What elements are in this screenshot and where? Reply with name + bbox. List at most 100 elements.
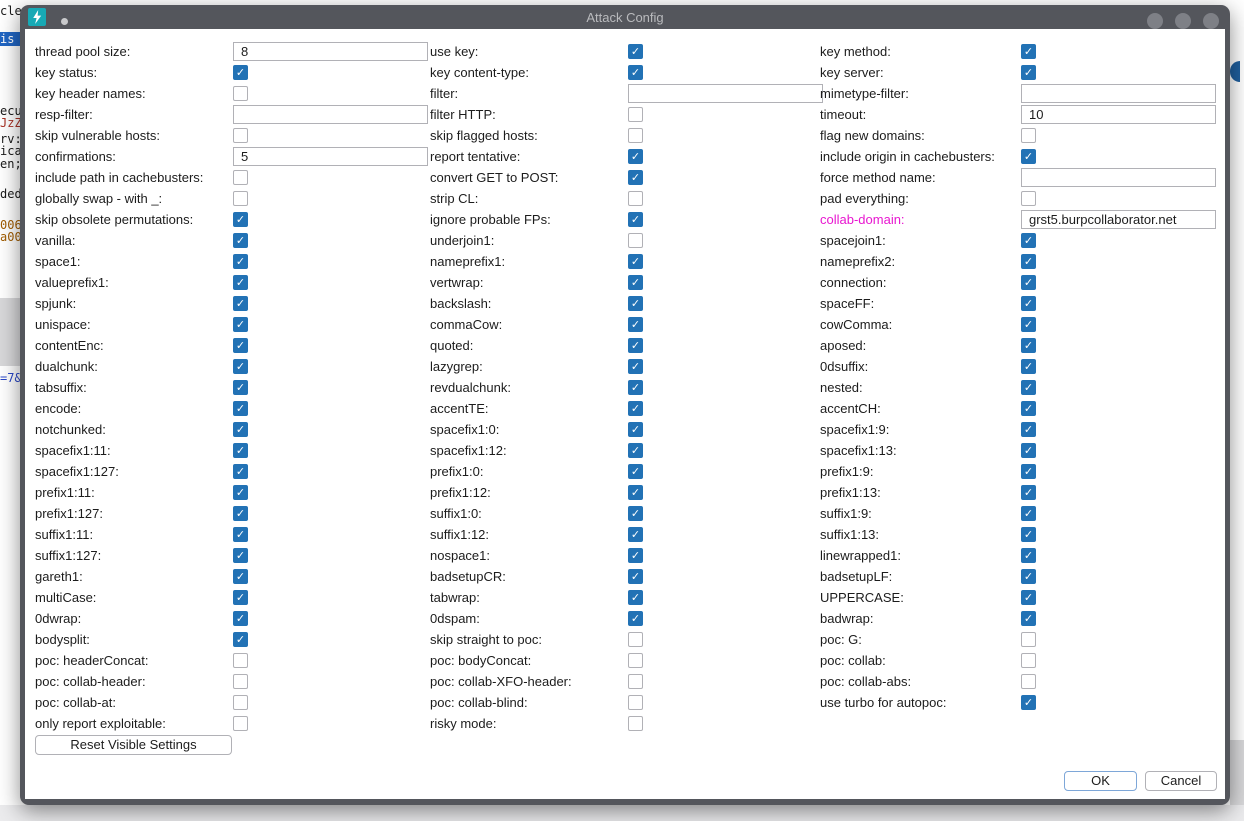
setting-input[interactable] xyxy=(1021,168,1216,187)
setting-checkbox[interactable] xyxy=(233,674,248,689)
setting-checkbox[interactable]: ✓ xyxy=(1021,569,1036,584)
setting-checkbox[interactable] xyxy=(628,653,643,668)
setting-checkbox[interactable]: ✓ xyxy=(628,611,643,626)
setting-checkbox[interactable] xyxy=(1021,653,1036,668)
setting-checkbox[interactable] xyxy=(233,128,248,143)
setting-checkbox[interactable] xyxy=(628,632,643,647)
setting-checkbox[interactable]: ✓ xyxy=(1021,149,1036,164)
setting-checkbox[interactable]: ✓ xyxy=(628,506,643,521)
setting-checkbox[interactable] xyxy=(233,86,248,101)
setting-checkbox[interactable] xyxy=(628,674,643,689)
setting-checkbox[interactable] xyxy=(628,107,643,122)
close-button[interactable] xyxy=(1203,13,1219,29)
setting-checkbox[interactable]: ✓ xyxy=(628,401,643,416)
setting-checkbox[interactable]: ✓ xyxy=(233,569,248,584)
setting-checkbox[interactable] xyxy=(1021,632,1036,647)
setting-checkbox[interactable] xyxy=(1021,128,1036,143)
setting-checkbox[interactable]: ✓ xyxy=(233,275,248,290)
setting-checkbox[interactable]: ✓ xyxy=(628,443,643,458)
setting-checkbox[interactable]: ✓ xyxy=(1021,44,1036,59)
setting-checkbox[interactable]: ✓ xyxy=(233,485,248,500)
setting-checkbox[interactable]: ✓ xyxy=(233,212,248,227)
setting-input[interactable] xyxy=(233,42,428,61)
setting-checkbox[interactable]: ✓ xyxy=(628,422,643,437)
setting-input[interactable] xyxy=(1021,210,1216,229)
setting-checkbox[interactable]: ✓ xyxy=(233,506,248,521)
setting-checkbox[interactable]: ✓ xyxy=(628,317,643,332)
setting-checkbox[interactable]: ✓ xyxy=(1021,338,1036,353)
setting-checkbox[interactable]: ✓ xyxy=(233,233,248,248)
setting-checkbox[interactable]: ✓ xyxy=(233,338,248,353)
setting-checkbox[interactable] xyxy=(233,170,248,185)
setting-checkbox[interactable]: ✓ xyxy=(233,632,248,647)
setting-checkbox[interactable]: ✓ xyxy=(628,296,643,311)
setting-checkbox[interactable] xyxy=(233,695,248,710)
setting-checkbox[interactable]: ✓ xyxy=(1021,611,1036,626)
setting-checkbox[interactable]: ✓ xyxy=(628,149,643,164)
setting-input[interactable] xyxy=(1021,84,1216,103)
setting-checkbox[interactable]: ✓ xyxy=(233,443,248,458)
setting-checkbox[interactable]: ✓ xyxy=(1021,317,1036,332)
setting-checkbox[interactable]: ✓ xyxy=(1021,296,1036,311)
setting-checkbox[interactable] xyxy=(628,233,643,248)
cancel-button[interactable]: Cancel xyxy=(1145,771,1217,791)
setting-checkbox[interactable] xyxy=(628,128,643,143)
setting-checkbox[interactable]: ✓ xyxy=(628,380,643,395)
setting-checkbox[interactable] xyxy=(233,191,248,206)
setting-checkbox[interactable]: ✓ xyxy=(628,359,643,374)
setting-checkbox[interactable] xyxy=(1021,191,1036,206)
setting-checkbox[interactable]: ✓ xyxy=(628,275,643,290)
setting-checkbox[interactable]: ✓ xyxy=(1021,380,1036,395)
setting-checkbox[interactable]: ✓ xyxy=(1021,695,1036,710)
setting-checkbox[interactable]: ✓ xyxy=(1021,443,1036,458)
setting-checkbox[interactable]: ✓ xyxy=(628,65,643,80)
setting-checkbox[interactable]: ✓ xyxy=(233,254,248,269)
setting-input[interactable] xyxy=(1021,105,1216,124)
setting-checkbox[interactable]: ✓ xyxy=(1021,65,1036,80)
setting-checkbox[interactable]: ✓ xyxy=(628,464,643,479)
setting-checkbox[interactable]: ✓ xyxy=(233,590,248,605)
setting-checkbox[interactable]: ✓ xyxy=(233,359,248,374)
setting-checkbox[interactable]: ✓ xyxy=(233,422,248,437)
setting-checkbox[interactable]: ✓ xyxy=(233,317,248,332)
setting-checkbox[interactable] xyxy=(233,653,248,668)
setting-checkbox[interactable]: ✓ xyxy=(233,65,248,80)
maximize-button[interactable] xyxy=(1175,13,1191,29)
setting-checkbox[interactable]: ✓ xyxy=(1021,464,1036,479)
setting-checkbox[interactable]: ✓ xyxy=(1021,506,1036,521)
setting-checkbox[interactable]: ✓ xyxy=(1021,401,1036,416)
setting-checkbox[interactable]: ✓ xyxy=(1021,254,1036,269)
setting-checkbox[interactable]: ✓ xyxy=(1021,275,1036,290)
setting-checkbox[interactable]: ✓ xyxy=(1021,422,1036,437)
setting-input[interactable] xyxy=(233,147,428,166)
setting-checkbox[interactable]: ✓ xyxy=(1021,233,1036,248)
setting-checkbox[interactable]: ✓ xyxy=(233,401,248,416)
setting-checkbox[interactable]: ✓ xyxy=(233,611,248,626)
setting-checkbox[interactable]: ✓ xyxy=(628,527,643,542)
setting-checkbox[interactable]: ✓ xyxy=(628,548,643,563)
reset-visible-settings-button[interactable]: Reset Visible Settings xyxy=(35,735,232,755)
setting-checkbox[interactable]: ✓ xyxy=(628,338,643,353)
setting-checkbox[interactable]: ✓ xyxy=(1021,590,1036,605)
setting-input[interactable] xyxy=(233,105,428,124)
setting-checkbox[interactable] xyxy=(628,695,643,710)
setting-checkbox[interactable]: ✓ xyxy=(1021,359,1036,374)
setting-checkbox[interactable] xyxy=(628,191,643,206)
setting-checkbox[interactable]: ✓ xyxy=(628,485,643,500)
titlebar[interactable]: Attack Config xyxy=(20,5,1230,29)
setting-checkbox[interactable]: ✓ xyxy=(628,170,643,185)
setting-checkbox[interactable]: ✓ xyxy=(628,254,643,269)
setting-checkbox[interactable]: ✓ xyxy=(233,464,248,479)
setting-checkbox[interactable]: ✓ xyxy=(233,380,248,395)
setting-checkbox[interactable] xyxy=(628,716,643,731)
setting-input[interactable] xyxy=(628,84,823,103)
setting-checkbox[interactable]: ✓ xyxy=(628,44,643,59)
setting-checkbox[interactable]: ✓ xyxy=(628,212,643,227)
setting-checkbox[interactable] xyxy=(1021,674,1036,689)
setting-checkbox[interactable]: ✓ xyxy=(628,569,643,584)
setting-checkbox[interactable]: ✓ xyxy=(1021,548,1036,563)
setting-checkbox[interactable]: ✓ xyxy=(628,590,643,605)
setting-checkbox[interactable]: ✓ xyxy=(1021,485,1036,500)
setting-checkbox[interactable]: ✓ xyxy=(233,527,248,542)
setting-checkbox[interactable]: ✓ xyxy=(233,296,248,311)
